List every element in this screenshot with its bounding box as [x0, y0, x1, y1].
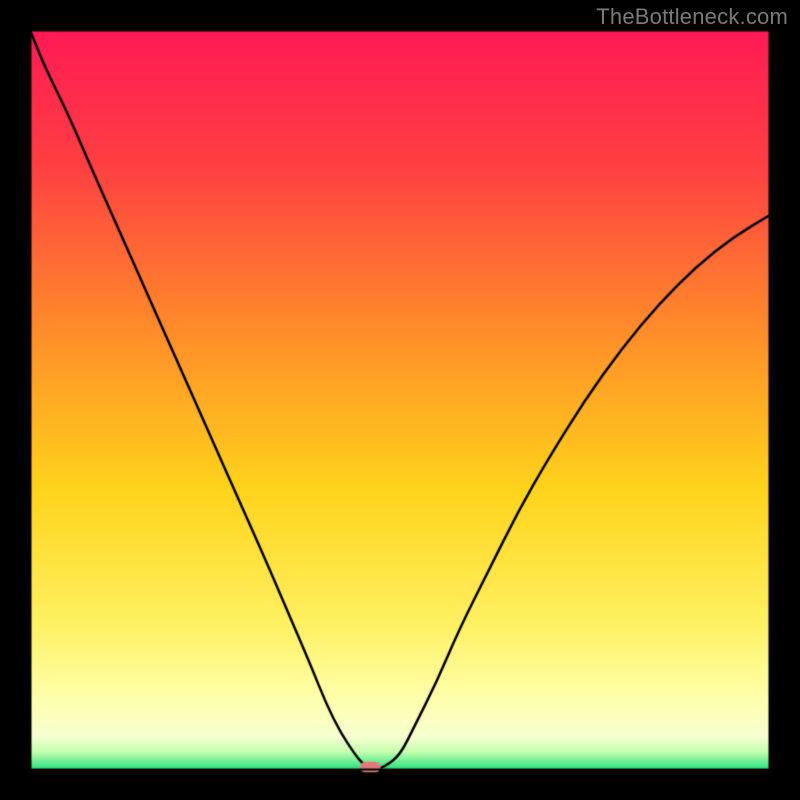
watermark-text: TheBottleneck.com	[596, 4, 788, 30]
bottleneck-chart	[0, 0, 800, 800]
